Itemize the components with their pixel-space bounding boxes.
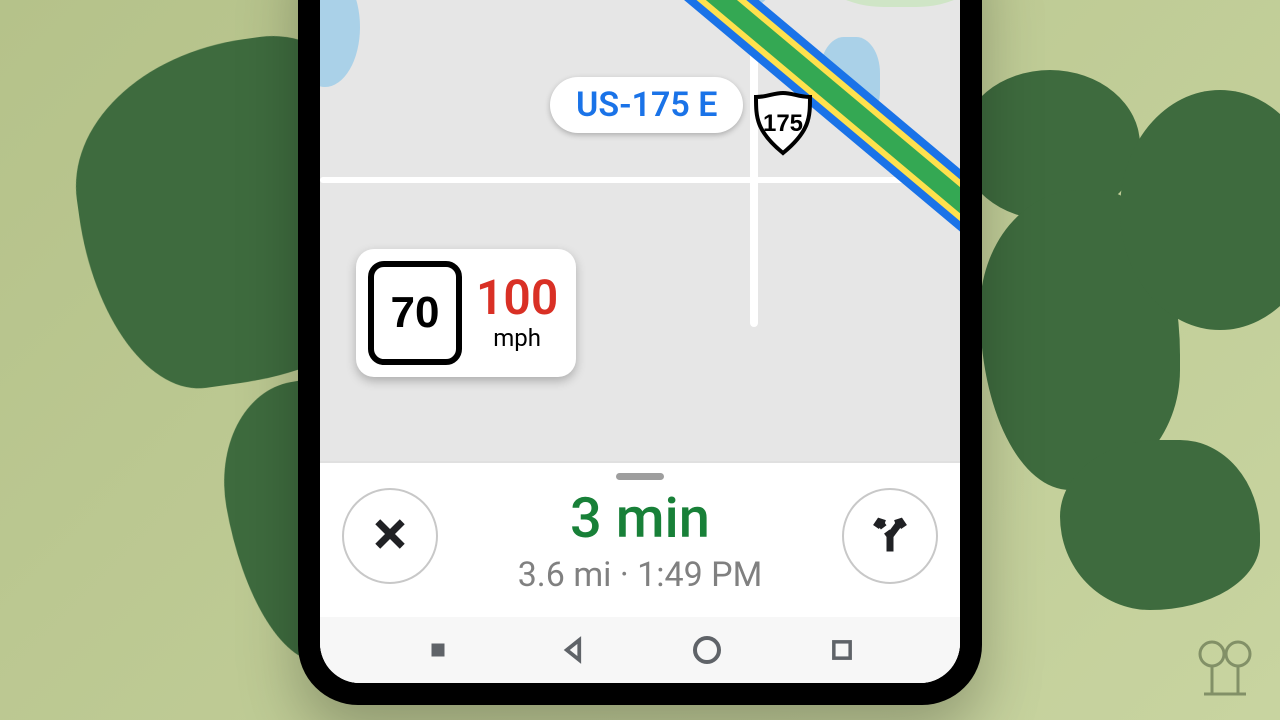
speed-limit-value: 70 — [391, 288, 440, 338]
shield-number: 175 — [763, 110, 803, 137]
current-speed: 100 mph — [476, 274, 558, 352]
current-speed-value: 100 — [476, 274, 558, 322]
eta-subline: 3.6 mi · 1:49 PM — [438, 555, 842, 595]
close-button[interactable] — [342, 488, 438, 584]
route-label-text: US-175 E — [576, 85, 717, 125]
eta-summary: 3 min 3.6 mi · 1:49 PM — [438, 485, 842, 595]
nav-back-icon[interactable] — [556, 633, 590, 667]
eta-time: 3 min — [438, 485, 842, 551]
phone-frame: US-175 E 175 70 100 mph — [298, 0, 982, 705]
trip-bottom-sheet[interactable]: 3 min 3.6 mi · 1:49 PM — [320, 461, 960, 617]
nav-home-icon[interactable] — [690, 633, 724, 667]
eta-distance: 3.6 mi — [518, 555, 612, 595]
phone-screen: US-175 E 175 70 100 mph — [320, 0, 960, 683]
watermark-logo-icon — [1190, 634, 1260, 708]
nav-recent-icon[interactable] — [825, 633, 859, 667]
speed-indicator[interactable]: 70 100 mph — [356, 249, 576, 377]
route-fork-icon — [869, 513, 911, 559]
close-icon — [369, 513, 411, 559]
eta-arrival: 1:49 PM — [637, 555, 762, 595]
nav-notification-dot-icon[interactable] — [421, 633, 455, 667]
speed-unit: mph — [493, 324, 541, 352]
speed-limit-sign: 70 — [368, 261, 462, 365]
alternate-routes-button[interactable] — [842, 488, 938, 584]
route-label[interactable]: US-175 E — [550, 77, 743, 133]
background: US-175 E 175 70 100 mph — [0, 0, 1280, 720]
drag-handle-icon[interactable] — [616, 473, 664, 480]
android-nav-bar — [320, 617, 960, 683]
us-route-shield-icon: 175 — [748, 87, 818, 161]
